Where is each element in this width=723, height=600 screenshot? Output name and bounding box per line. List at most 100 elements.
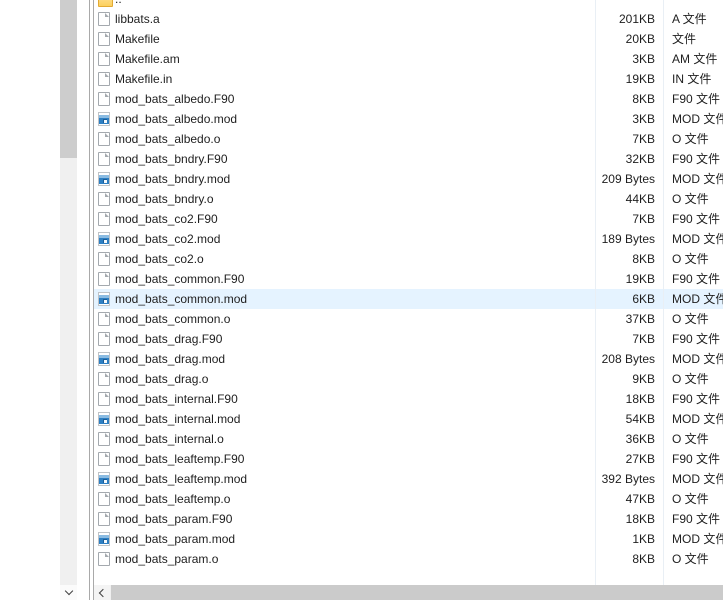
file-type: O 文件 [672, 249, 709, 269]
mod-file-icon [98, 532, 110, 546]
file-row[interactable]: mod_bats_co2.mod189 BytesMOD 文件 [94, 229, 723, 249]
file-type: 文件 [672, 29, 696, 49]
file-name: mod_bats_param.mod [115, 529, 235, 549]
file-name: mod_bats_co2.o [115, 249, 204, 269]
file-row[interactable]: mod_bats_albedo.o7KBO 文件 [94, 129, 723, 149]
file-name: mod_bats_bndry.o [115, 189, 214, 209]
file-icon [98, 212, 110, 226]
file-rows: ..libbats.a201KBA 文件Makefile20KB文件Makefi… [94, 0, 723, 569]
file-name: mod_bats_leaftemp.F90 [115, 449, 244, 469]
file-row[interactable]: mod_bats_drag.o9KBO 文件 [94, 369, 723, 389]
file-type: O 文件 [672, 129, 709, 149]
file-row[interactable]: mod_bats_common.mod6KBMOD 文件 [94, 289, 723, 309]
file-row[interactable]: mod_bats_bndry.mod209 BytesMOD 文件 [94, 169, 723, 189]
file-size: 3KB [632, 49, 655, 69]
file-size: 8KB [632, 89, 655, 109]
file-type: F90 文件 [672, 269, 720, 289]
file-name: Makefile.am [115, 49, 180, 69]
file-type: F90 文件 [672, 389, 720, 409]
file-size: 1KB [632, 529, 655, 549]
file-size: 392 Bytes [602, 469, 655, 489]
file-type: MOD 文件 [672, 109, 723, 129]
file-name: mod_bats_leaftemp.o [115, 489, 230, 509]
file-size: 32KB [626, 149, 655, 169]
mod-file-icon [98, 352, 110, 366]
scroll-left-button[interactable] [94, 585, 110, 600]
file-type: MOD 文件 [672, 349, 723, 369]
mod-file-icon [98, 472, 110, 486]
file-size: 209 Bytes [602, 169, 655, 189]
file-row[interactable]: mod_bats_param.o8KBO 文件 [94, 549, 723, 569]
file-size: 44KB [626, 189, 655, 209]
file-icon [98, 252, 110, 266]
file-row[interactable]: mod_bats_param.F9018KBF90 文件 [94, 509, 723, 529]
file-type: MOD 文件 [672, 529, 723, 549]
file-row[interactable]: libbats.a201KBA 文件 [94, 9, 723, 29]
file-name: mod_bats_drag.o [115, 369, 208, 389]
file-name: mod_bats_albedo.o [115, 129, 220, 149]
file-size: 9KB [632, 369, 655, 389]
file-row[interactable]: mod_bats_leaftemp.mod392 BytesMOD 文件 [94, 469, 723, 489]
file-icon [98, 432, 110, 446]
file-row[interactable]: mod_bats_leaftemp.F9027KBF90 文件 [94, 449, 723, 469]
file-icon [98, 452, 110, 466]
file-row[interactable]: Makefile20KB文件 [94, 29, 723, 49]
file-name: mod_bats_bndry.mod [115, 169, 230, 189]
file-icon [98, 392, 110, 406]
file-row[interactable]: mod_bats_albedo.mod3KBMOD 文件 [94, 109, 723, 129]
file-row[interactable]: mod_bats_internal.F9018KBF90 文件 [94, 389, 723, 409]
mod-file-icon [98, 112, 110, 126]
file-row[interactable]: mod_bats_internal.mod54KBMOD 文件 [94, 409, 723, 429]
file-size: 19KB [626, 69, 655, 89]
file-name: mod_bats_param.F90 [115, 509, 232, 529]
file-size: 27KB [626, 449, 655, 469]
file-row[interactable]: mod_bats_bndry.F9032KBF90 文件 [94, 149, 723, 169]
file-size: 18KB [626, 389, 655, 409]
file-row[interactable]: Makefile.in19KBIN 文件 [94, 69, 723, 89]
vertical-scrollbar-thumb[interactable] [60, 0, 77, 158]
file-row[interactable]: mod_bats_param.mod 1KB MOD 文件 [94, 529, 723, 549]
file-name: mod_bats_co2.mod [115, 229, 220, 249]
file-name: mod_bats_albedo.mod [115, 109, 237, 129]
mod-file-icon [98, 232, 110, 246]
horizontal-scrollbar[interactable] [94, 585, 723, 600]
vertical-scrollbar[interactable] [60, 0, 77, 600]
file-name: mod_bats_internal.o [115, 429, 224, 449]
file-size: 7KB [632, 209, 655, 229]
file-size: 18KB [626, 509, 655, 529]
file-size: 201KB [619, 9, 655, 29]
file-size: 8KB [632, 249, 655, 269]
file-manager-panel: ..libbats.a201KBA 文件Makefile20KB文件Makefi… [0, 0, 723, 600]
file-row[interactable]: mod_bats_leaftemp.o 47KB O 文件 [94, 489, 723, 509]
file-size: 37KB [626, 309, 655, 329]
file-size: 19KB [626, 269, 655, 289]
file-icon [98, 132, 110, 146]
file-size: 6KB [632, 289, 655, 309]
file-row[interactable]: mod_bats_albedo.F908KBF90 文件 [94, 89, 723, 109]
file-row[interactable]: mod_bats_co2.F907KBF90 文件 [94, 209, 723, 229]
scroll-down-button[interactable] [60, 585, 77, 600]
file-type: F90 文件 [672, 149, 720, 169]
file-size: 189 Bytes [602, 229, 655, 249]
file-name: mod_bats_common.o [115, 309, 230, 329]
file-name: mod_bats_drag.F90 [115, 329, 222, 349]
file-size: 47KB [626, 489, 655, 509]
file-name: mod_bats_co2.F90 [115, 209, 218, 229]
file-row[interactable]: mod_bats_drag.F907KBF90 文件 [94, 329, 723, 349]
file-name: Makefile.in [115, 69, 172, 89]
file-type: O 文件 [672, 429, 709, 449]
file-icon [98, 512, 110, 526]
file-row[interactable]: mod_bats_co2.o 8KB O 文件 [94, 249, 723, 269]
file-type: O 文件 [672, 489, 709, 509]
file-icon [98, 52, 110, 66]
file-row[interactable]: mod_bats_drag.mod208 BytesMOD 文件 [94, 349, 723, 369]
file-row[interactable]: mod_bats_common.o37KBO 文件 [94, 309, 723, 329]
horizontal-scrollbar-thumb[interactable] [111, 585, 723, 600]
chevron-down-icon [64, 587, 72, 595]
file-row[interactable]: .. [94, 0, 723, 9]
file-row[interactable]: Makefile.am3KBAM 文件 [94, 49, 723, 69]
file-row[interactable]: mod_bats_bndry.o44KBO 文件 [94, 189, 723, 209]
file-row[interactable]: mod_bats_common.F9019KBF90 文件 [94, 269, 723, 289]
file-row[interactable]: mod_bats_internal.o36KBO 文件 [94, 429, 723, 449]
file-type: MOD 文件 [672, 409, 723, 429]
